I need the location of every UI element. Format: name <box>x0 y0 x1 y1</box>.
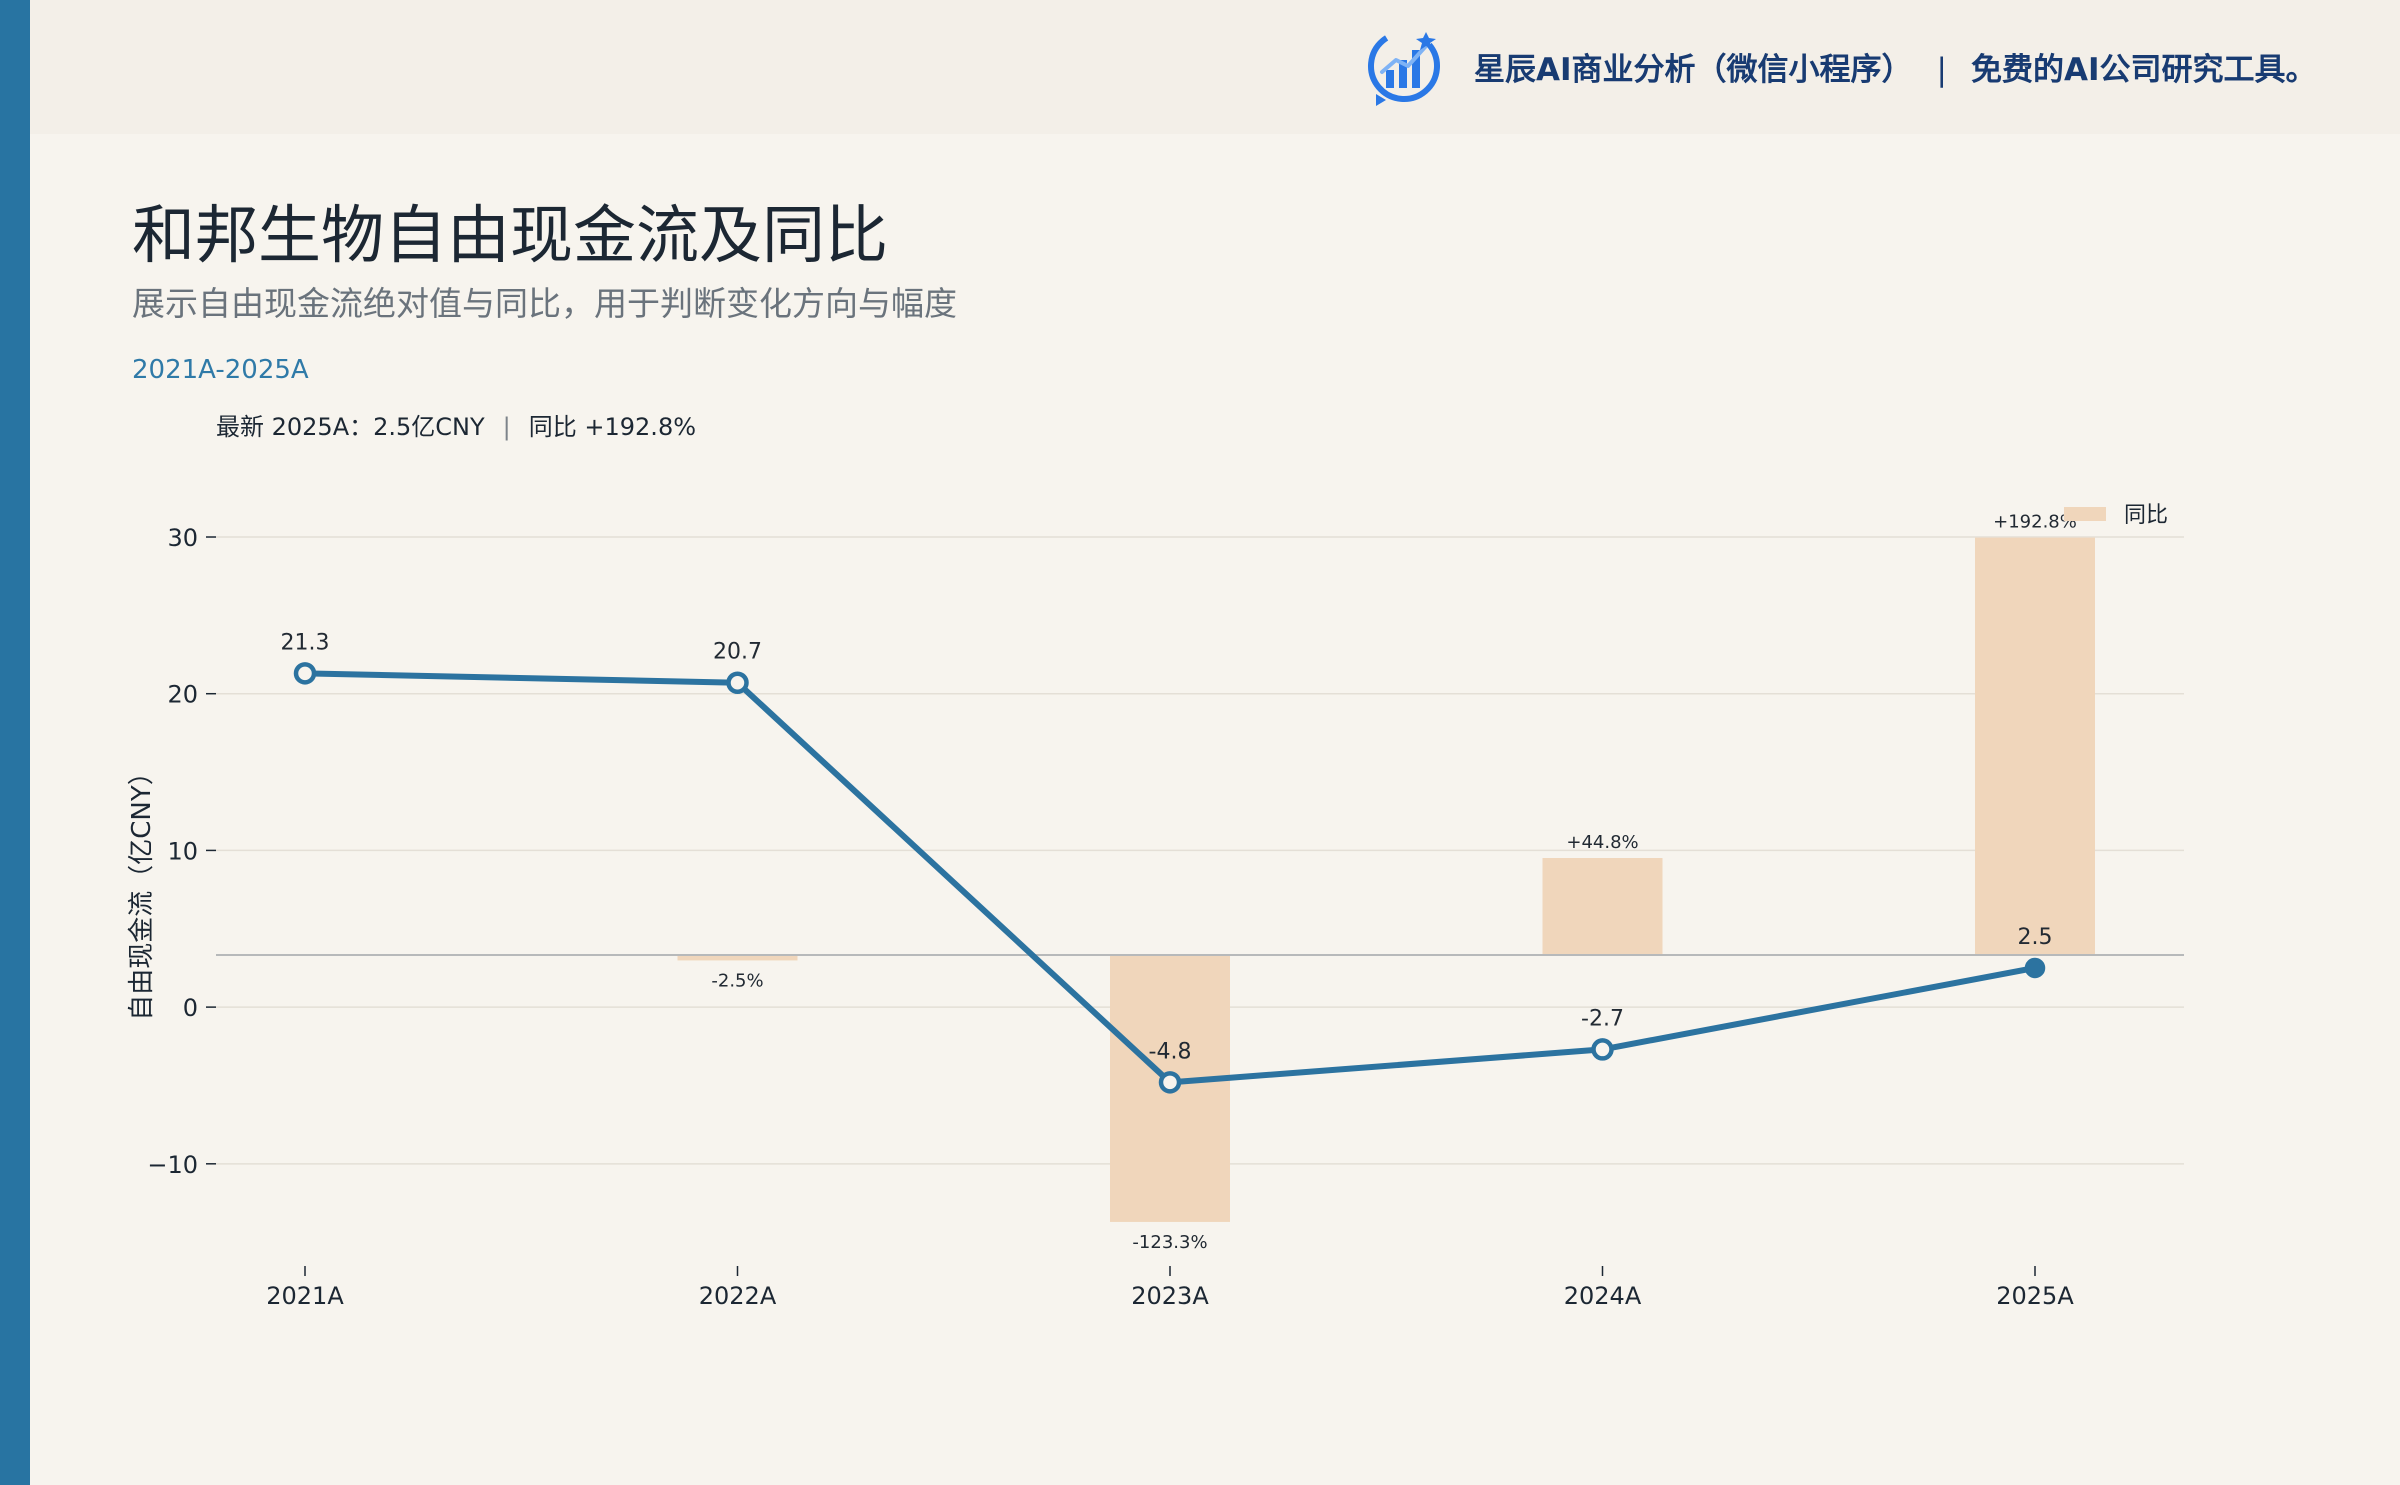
x-tick-label: 2021A <box>266 1282 344 1310</box>
y-tick-label: 30 <box>167 524 198 552</box>
fcf-point <box>2024 957 2046 979</box>
fcf-data-label: 20.7 <box>713 640 762 665</box>
page: 星辰AI商业分析（微信小程序） | 免费的AI公司研究工具。 和邦生物自由现金流及同… <box>0 0 2400 1485</box>
fcf-data-label: -4.8 <box>1149 1039 1192 1064</box>
fcf-data-label: 21.3 <box>281 630 330 655</box>
x-tick-label: 2023A <box>1131 1282 1209 1310</box>
fcf-point <box>1591 1038 1614 1061</box>
fcf-data-label: 2.5 <box>2018 925 2053 950</box>
y-tick-label: 0 <box>183 994 198 1022</box>
fcf-point <box>293 662 317 685</box>
y-tick-label: 20 <box>167 681 198 709</box>
x-tick-label: 2025A <box>1996 1282 2074 1310</box>
fcf-point <box>1158 1071 1182 1094</box>
x-tick-label: 2022A <box>699 1282 777 1310</box>
x-tick-label: 2024A <box>1564 1282 1642 1310</box>
yoy-bar <box>1542 858 1663 955</box>
y-axis-title: 自由现金流（亿CNY） <box>127 759 157 1021</box>
yoy-data-label: +44.8% <box>1566 832 1638 853</box>
legend-swatch <box>2064 507 2106 521</box>
fcf-point <box>726 671 749 694</box>
legend-label: 同比 <box>2124 503 2168 528</box>
y-tick-label: −10 <box>147 1151 198 1179</box>
y-tick-label: 10 <box>167 837 198 865</box>
fcf-yoy-chart: −100102030-2.5%-123.3%+44.8%+192.8% 同比21.… <box>127 503 2184 1310</box>
yoy-bar <box>1975 537 2095 955</box>
yoy-data-label: -123.3% <box>1132 1232 1207 1253</box>
yoy-data-label: -2.5% <box>711 970 763 991</box>
fcf-data-label: -2.7 <box>1581 1006 1624 1031</box>
